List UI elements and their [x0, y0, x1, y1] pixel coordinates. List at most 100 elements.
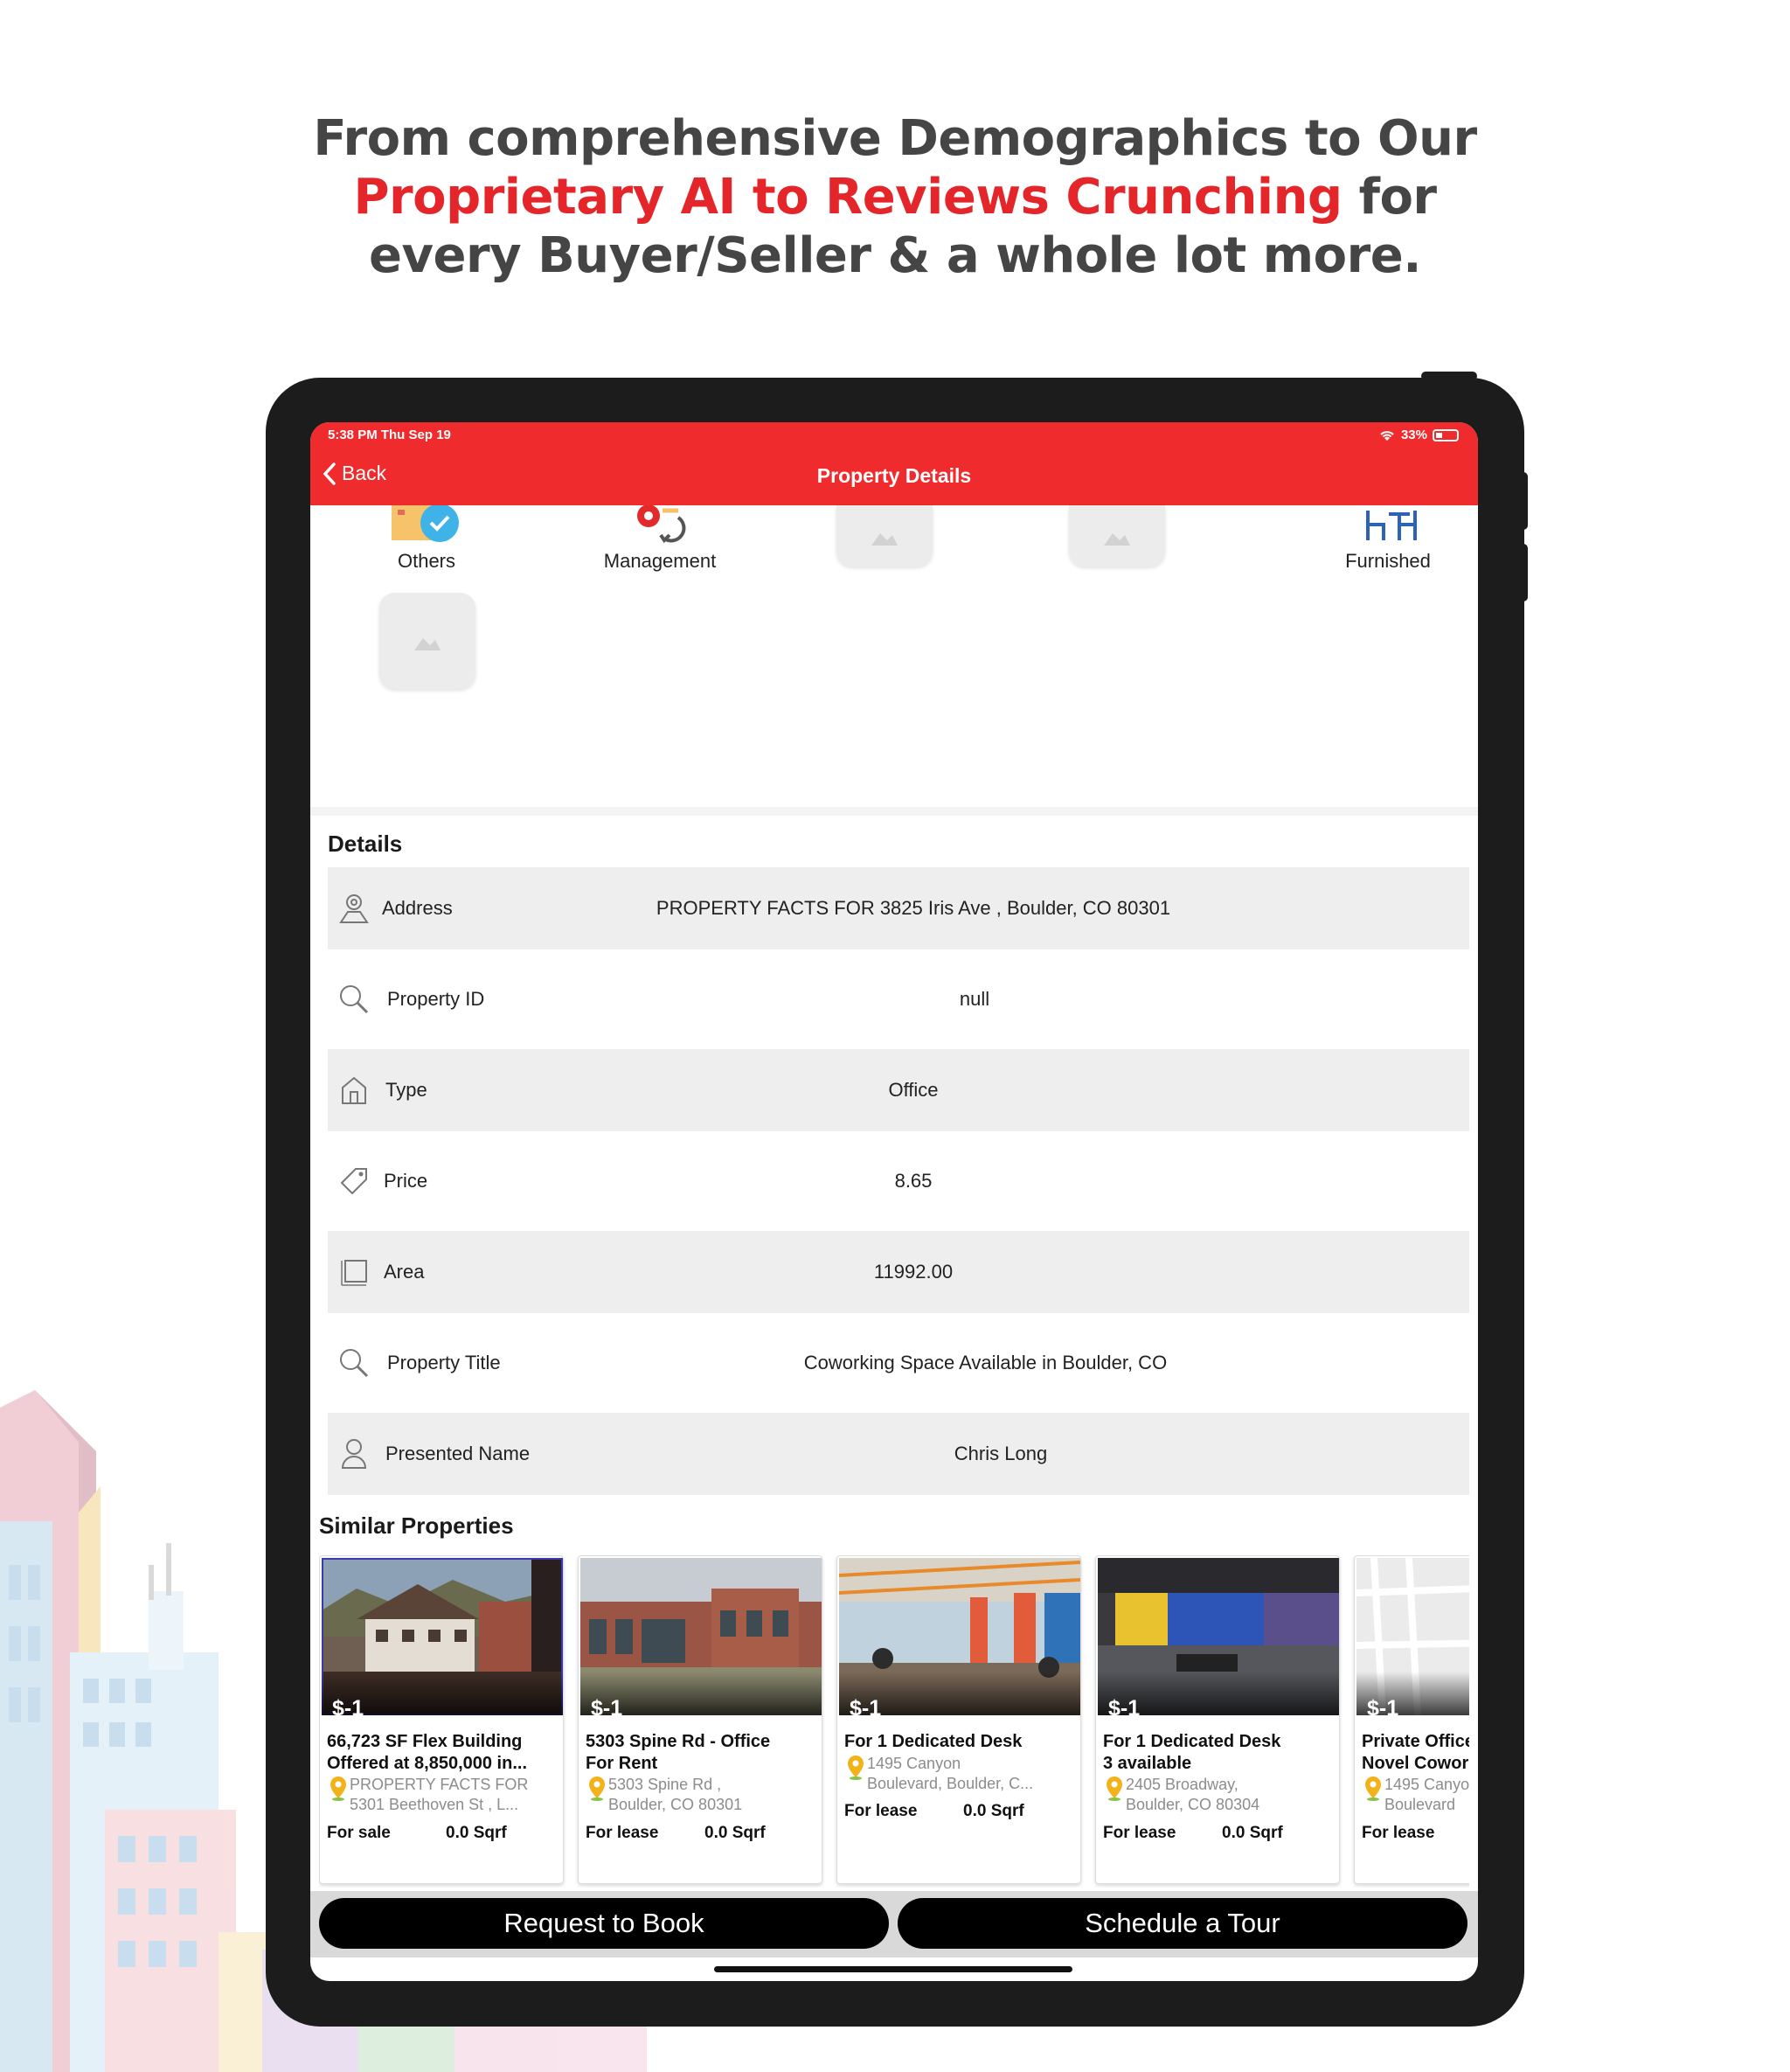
- card-title: For 1 Dedicated Desk: [844, 1732, 1023, 1751]
- map-pin-icon: [848, 1756, 864, 1780]
- headline-line-3: every Buyer/Seller & a whole lot more.: [369, 227, 1421, 284]
- detail-value: 11992.00: [873, 1261, 954, 1283]
- wifi-icon: [1380, 430, 1394, 441]
- status-time: 5:38 PM Thu Sep 19: [328, 428, 451, 442]
- map-pin-icon: [330, 1776, 346, 1801]
- card-title: Private Office Novel Coworking: [1362, 1732, 1469, 1773]
- property-card[interactable]: $-1 For 1 Dedicated Desk 3 available 240…: [1095, 1555, 1340, 1884]
- detail-key: Address: [382, 897, 453, 919]
- property-photo: [322, 1558, 563, 1715]
- detail-key: Area: [384, 1261, 425, 1283]
- similar-properties-carousel[interactable]: $-1 66,723 SF Flex Building Offered at 8…: [319, 1555, 1469, 1888]
- card-area: 0.0 Sqrf: [704, 1824, 766, 1842]
- card-area: 0.0 Sqrf: [963, 1802, 1024, 1820]
- detail-row-property-id: Property ID null: [328, 958, 1469, 1040]
- gear-sync-icon: [637, 505, 686, 544]
- details-heading: Details: [328, 831, 403, 857]
- card-status: For lease: [1103, 1824, 1176, 1842]
- search-icon: [336, 982, 371, 1017]
- detail-value: Office: [888, 1079, 939, 1101]
- placeholder-image-icon: [871, 533, 898, 546]
- amenity-furnished[interactable]: Furnished: [1301, 505, 1475, 573]
- amenity-others[interactable]: Others: [339, 505, 514, 573]
- detail-row-presented-name: Presented Name Chris Long: [328, 1413, 1469, 1495]
- placeholder-image-icon: [414, 638, 441, 650]
- detail-key: Price: [384, 1170, 428, 1192]
- card-price: $-1: [1108, 1696, 1141, 1721]
- card-location: 5303 Spine Rd , Boulder, CO 80301: [586, 1775, 818, 1815]
- app-screen: 5:38 PM Thu Sep 19 33% Back Property Det…: [310, 422, 1478, 1981]
- amenity-management[interactable]: Management: [572, 505, 747, 573]
- card-area: 0.0 Sqrf: [446, 1824, 507, 1842]
- card-address: 1495 Canyon Boulevard, Boulder, C...: [867, 1755, 1034, 1792]
- search-icon: [336, 1345, 371, 1380]
- home-indicator[interactable]: [714, 1966, 1072, 1972]
- card-price: $-1: [850, 1696, 882, 1721]
- headline-line-2-rest: for: [1342, 169, 1437, 226]
- detail-value: 8.65: [894, 1170, 933, 1192]
- detail-row-address: Address PROPERTY FACTS FOR 3825 Iris Ave…: [328, 867, 1469, 949]
- amenity-placeholder-image[interactable]: [1069, 505, 1165, 567]
- detail-row-price: Price 8.65: [328, 1140, 1469, 1222]
- furniture-icon: [1366, 511, 1417, 540]
- property-photo: [580, 1558, 822, 1715]
- calendar-check-icon: [392, 505, 459, 542]
- marketing-headline: From comprehensive Demographics to Our P…: [0, 109, 1790, 285]
- card-price: $-1: [332, 1696, 364, 1721]
- detail-key: Property ID: [387, 988, 485, 1010]
- location-person-icon: [336, 891, 371, 926]
- card-address: 5303 Spine Rd , Boulder, CO 80301: [608, 1776, 743, 1813]
- card-price: $-1: [1367, 1696, 1399, 1721]
- headline-line-2: Proprietary AI to Reviews Crunching for: [0, 168, 1790, 226]
- property-photo: [1098, 1558, 1339, 1715]
- card-location: 1495 Canyon Boulevard, Boulder, C...: [844, 1754, 1077, 1794]
- placeholder-image-icon: [1104, 533, 1130, 546]
- property-card[interactable]: $-1 66,723 SF Flex Building Offered at 8…: [319, 1555, 564, 1884]
- card-title: For 1 Dedicated Desk 3 available: [1103, 1732, 1281, 1773]
- card-status: For lease: [1362, 1824, 1435, 1842]
- detail-key: Property Title: [387, 1352, 501, 1373]
- detail-value: Chris Long: [954, 1443, 1048, 1464]
- card-status: For lease: [844, 1802, 918, 1820]
- card-address: 1495 Canyon Boulevard: [1384, 1776, 1469, 1813]
- property-card[interactable]: $-1 For 1 Dedicated Desk 1495 Canyon Bou…: [836, 1555, 1081, 1884]
- status-indicators: 33%: [1378, 428, 1459, 442]
- card-title: 66,723 SF Flex Building Offered at 8,850…: [327, 1732, 527, 1773]
- card-status: For lease: [586, 1824, 659, 1842]
- headline-highlight: Proprietary AI to Reviews Crunching: [353, 169, 1342, 226]
- request-to-book-button[interactable]: Request to Book: [319, 1898, 889, 1949]
- navigation-bar: 5:38 PM Thu Sep 19 33% Back Property Det…: [310, 422, 1478, 505]
- property-card[interactable]: $-1 5303 Spine Rd - Office For Rent 5303…: [578, 1555, 822, 1884]
- detail-value: Coworking Space Available in Boulder, CO: [803, 1352, 1168, 1373]
- card-address: PROPERTY FACTS FOR 5301 Beethoven St , L…: [350, 1776, 529, 1813]
- similar-properties-heading: Similar Properties: [319, 1512, 514, 1539]
- schedule-tour-button[interactable]: Schedule a Tour: [898, 1898, 1467, 1949]
- detail-row-area: Area 11992.00: [328, 1231, 1469, 1313]
- detail-value: null: [959, 988, 990, 1010]
- card-location: 2405 Broadway, Boulder, CO 80304: [1103, 1775, 1336, 1815]
- map-pin-icon: [1107, 1776, 1122, 1801]
- battery-icon: [1433, 428, 1459, 442]
- amenity-placeholder-image[interactable]: [836, 505, 933, 567]
- amenity-label: Others: [397, 550, 456, 572]
- area-icon: [336, 1255, 371, 1290]
- amenity-placeholder-image[interactable]: [379, 593, 475, 689]
- headline-line-1: From comprehensive Demographics to Our: [313, 110, 1477, 167]
- battery-percent: 33%: [1400, 428, 1427, 442]
- detail-key: Presented Name: [385, 1443, 531, 1464]
- card-title: 5303 Spine Rd - Office For Rent: [586, 1732, 771, 1773]
- property-map-thumbnail: [1356, 1558, 1469, 1715]
- card-location: PROPERTY FACTS FOR 5301 Beethoven St , L…: [327, 1775, 559, 1815]
- amenity-label: Management: [603, 550, 717, 572]
- card-price: $-1: [591, 1696, 623, 1721]
- card-address: 2405 Broadway, Boulder, CO 80304: [1126, 1776, 1260, 1813]
- page-title: Property Details: [816, 464, 972, 487]
- section-divider: [310, 807, 1478, 816]
- property-photo: [839, 1558, 1080, 1715]
- detail-key: Type: [385, 1079, 427, 1101]
- price-tag-icon: [336, 1164, 371, 1199]
- map-pin-icon: [589, 1776, 605, 1801]
- amenity-label: Furnished: [1345, 550, 1431, 572]
- property-card[interactable]: $-1 Private Office Novel Coworking 1495 …: [1354, 1555, 1469, 1884]
- card-area: 0.0 Sqrf: [1222, 1824, 1283, 1842]
